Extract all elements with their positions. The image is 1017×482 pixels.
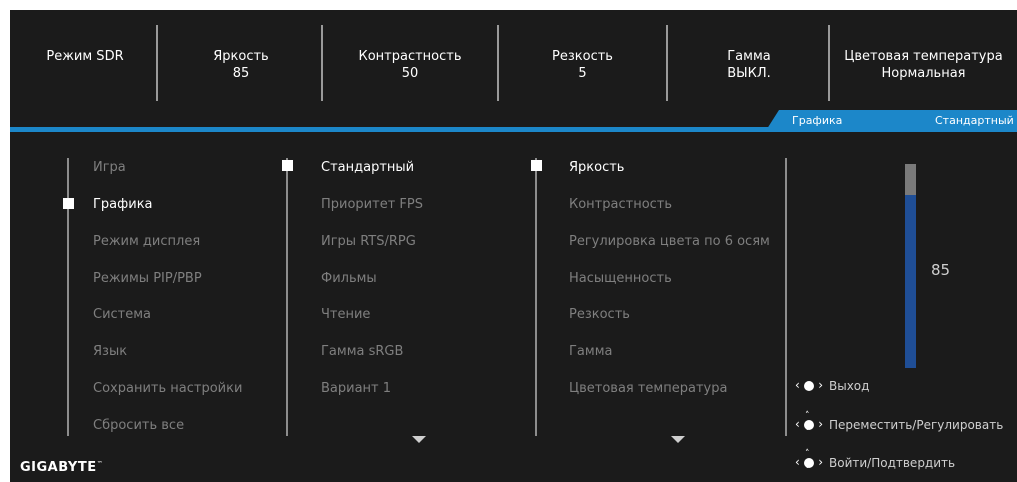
scroll-down-arrow-icon[interactable]: [412, 436, 426, 443]
status-label: Резкость: [552, 49, 613, 64]
status-value: ВЫКЛ.: [727, 66, 771, 81]
column-divider: [286, 158, 288, 436]
main-menu-item-language[interactable]: Язык: [93, 344, 127, 360]
brand-name: GIGABYTE: [20, 460, 97, 475]
status-contrast: Контрастность 50: [323, 10, 497, 128]
trademark-mark: ™: [96, 460, 104, 468]
status-divider: [156, 25, 158, 101]
help-exit: ‹ › Выход: [795, 376, 869, 396]
help-move-adjust: ˄ ‹ › ˅ Переместить/Регулировать: [795, 411, 1004, 438]
selection-marker: [282, 160, 293, 171]
setting-gamma[interactable]: Гамма: [569, 344, 612, 360]
joystick-four-way-icon: ˄ ‹ › ˅: [795, 411, 823, 438]
column-divider: [535, 158, 537, 436]
joystick-press-icon: ˄ ‹ › ˅: [795, 449, 823, 476]
help-label: Войти/Подтвердить: [829, 456, 956, 470]
main-menu-item-reset-all[interactable]: Сбросить все: [93, 418, 184, 434]
accent-bar: [10, 127, 1017, 132]
joystick-left-right-icon: ‹ ›: [795, 378, 823, 392]
selection-marker: [531, 160, 542, 171]
setting-six-axis-color[interactable]: Регулировка цвета по 6 осям: [569, 234, 770, 250]
help-label: Переместить/Регулировать: [829, 418, 1004, 432]
breadcrumb-section: Графика: [792, 114, 843, 127]
column-divider: [785, 158, 787, 436]
gigabyte-logo: GIGABYTE™: [20, 460, 103, 475]
status-label: Яркость: [213, 49, 269, 64]
setting-brightness[interactable]: Яркость: [569, 160, 624, 176]
slider-empty-portion: [905, 164, 916, 195]
osd-menu: Режим SDR Яркость 85 Контрастность 50 Ре…: [10, 10, 1017, 482]
setting-saturation[interactable]: Насыщенность: [569, 271, 672, 287]
main-menu-item-save-settings[interactable]: Сохранить настройки: [93, 381, 242, 397]
breadcrumb-mode: Стандартный: [935, 114, 1014, 127]
main-menu-item-game[interactable]: Игра: [93, 160, 126, 176]
status-value: 5: [578, 66, 587, 81]
main-menu-item-system[interactable]: Система: [93, 307, 151, 323]
picture-mode-fps-priority[interactable]: Приоритет FPS: [321, 197, 423, 213]
main-menu-item-display-mode[interactable]: Режим дисплея: [93, 234, 200, 250]
setting-sharpness[interactable]: Резкость: [569, 307, 630, 323]
picture-mode-rts-rpg[interactable]: Игры RTS/RPG: [321, 234, 416, 250]
status-label: Контрастность: [358, 49, 462, 64]
status-label: Режим SDR: [46, 49, 124, 64]
picture-mode-reader[interactable]: Чтение: [321, 307, 370, 323]
status-label: Цветовая температура: [844, 49, 1003, 64]
picture-mode-standard[interactable]: Стандартный: [321, 160, 414, 176]
status-label: Гамма: [727, 49, 771, 64]
slider-value: 85: [931, 261, 951, 279]
setting-color-temperature[interactable]: Цветовая температура: [569, 381, 727, 397]
status-value: 85: [232, 66, 250, 81]
help-enter-confirm: ˄ ‹ › ˅ Войти/Подтвердить: [795, 449, 956, 476]
picture-mode-srgb[interactable]: Гамма sRGB: [321, 344, 403, 360]
main-menu-item-graphics[interactable]: Графика: [93, 197, 153, 213]
help-label: Выход: [829, 379, 870, 393]
status-value: Нормальная: [881, 66, 966, 81]
picture-mode-movie[interactable]: Фильмы: [321, 271, 377, 287]
main-menu-item-pip-pbp[interactable]: Режимы PIP/PBP: [93, 271, 202, 287]
scroll-down-arrow-icon[interactable]: [671, 436, 685, 443]
status-value: 50: [401, 66, 419, 81]
brightness-slider[interactable]: [905, 164, 916, 368]
status-sharpness: Резкость 5: [499, 10, 666, 128]
picture-mode-custom-1[interactable]: Вариант 1: [321, 381, 391, 397]
setting-contrast[interactable]: Контрастность: [569, 197, 672, 213]
status-brightness: Яркость 85: [160, 10, 322, 128]
status-sdr-mode: Режим SDR: [10, 10, 160, 128]
selection-marker: [63, 198, 74, 209]
